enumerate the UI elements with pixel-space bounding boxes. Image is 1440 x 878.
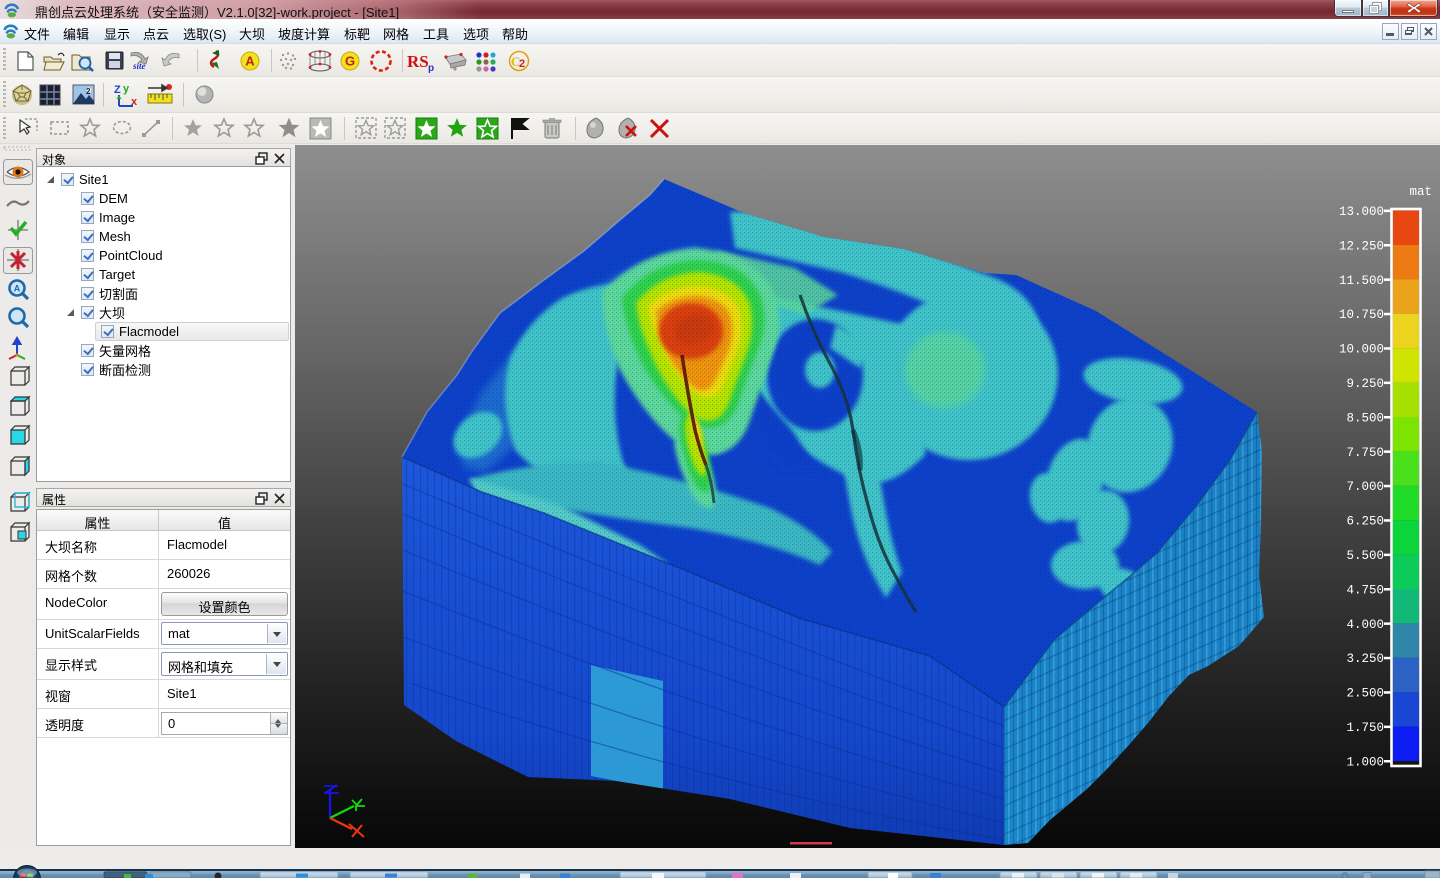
svg-text:Z: Z	[114, 84, 121, 96]
svg-text:4.750: 4.750	[1346, 583, 1384, 597]
svg-text:mat: mat	[1409, 185, 1432, 199]
svg-text:2.500: 2.500	[1346, 687, 1384, 701]
svg-text:6.250: 6.250	[1346, 515, 1384, 529]
svg-text:y: y	[123, 83, 130, 95]
svg-text:7.750: 7.750	[1346, 446, 1384, 460]
svg-text:p: p	[428, 63, 434, 74]
svg-text:A: A	[14, 284, 21, 294]
svg-text:1.000: 1.000	[1346, 755, 1384, 769]
svg-text:9.250: 9.250	[1346, 377, 1384, 391]
svg-text:3.250: 3.250	[1346, 652, 1384, 666]
svg-text:2: 2	[86, 87, 91, 96]
svg-text:10.750: 10.750	[1339, 308, 1384, 322]
svg-text:1.750: 1.750	[1346, 721, 1384, 735]
svg-text:2: 2	[519, 58, 525, 70]
svg-text:12.250: 12.250	[1339, 239, 1384, 253]
svg-text:5.500: 5.500	[1346, 549, 1384, 563]
svg-text:7.000: 7.000	[1346, 480, 1384, 494]
svg-text:x: x	[131, 96, 138, 108]
svg-text:8.500: 8.500	[1346, 411, 1384, 425]
svg-text:11.500: 11.500	[1339, 274, 1384, 288]
svg-text:site: site	[132, 61, 146, 71]
svg-text:10.000: 10.000	[1339, 343, 1384, 357]
svg-text:4.000: 4.000	[1346, 618, 1384, 632]
svg-text:A: A	[245, 54, 255, 69]
svg-text:RS: RS	[407, 52, 429, 71]
svg-text:13.000: 13.000	[1339, 205, 1384, 219]
svg-text:G: G	[345, 54, 355, 69]
